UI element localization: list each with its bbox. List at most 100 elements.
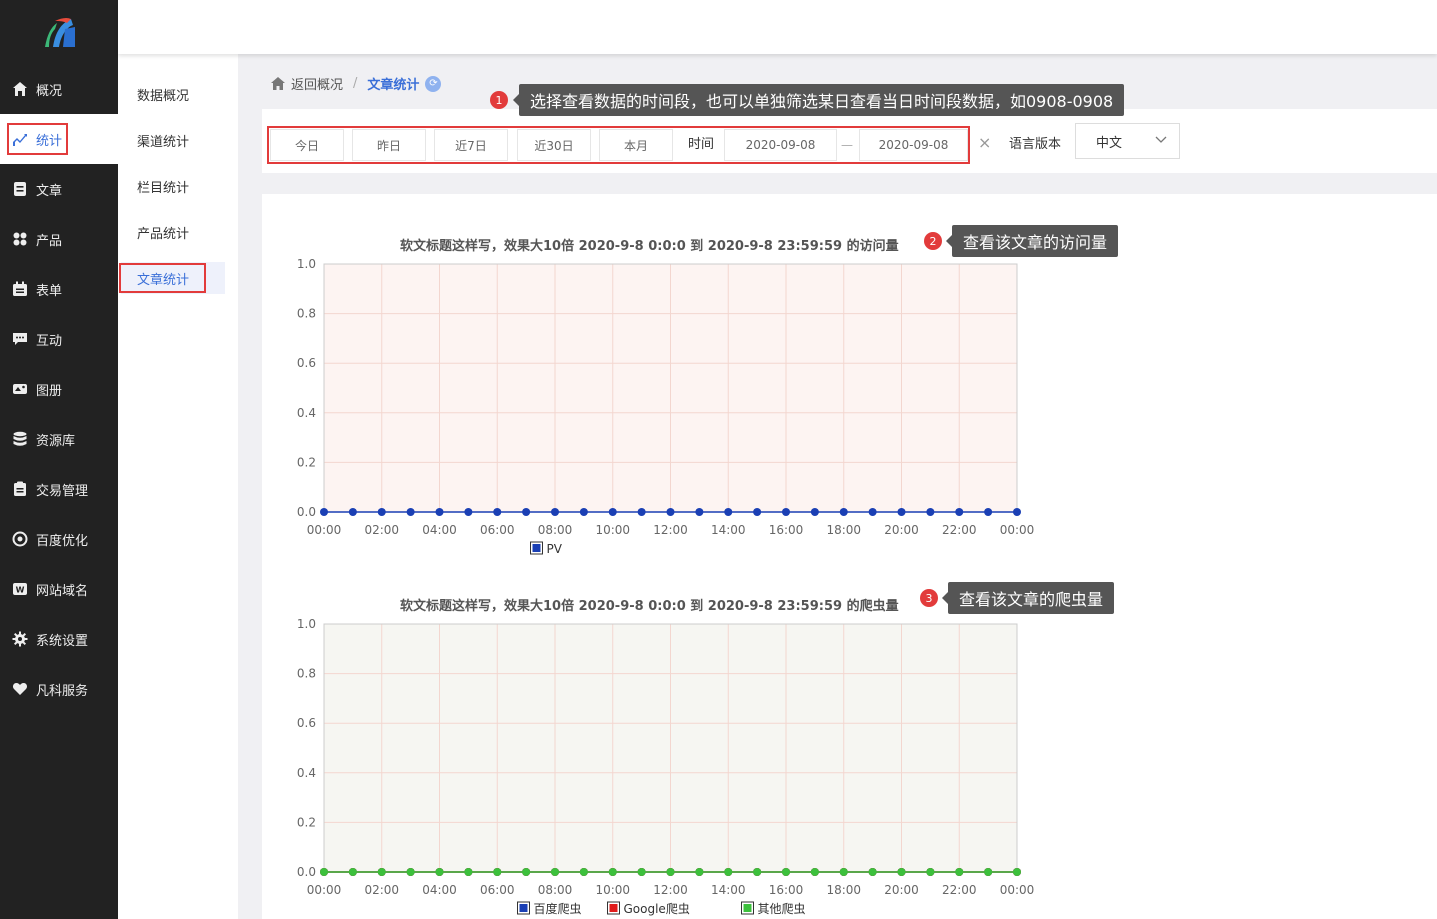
sidebar-item-label: 网站域名 bbox=[36, 583, 89, 599]
sidebar-item-10[interactable]: W 网站域名 bbox=[0, 564, 118, 614]
data-point bbox=[782, 868, 790, 876]
x-tick-label: 16:00 bbox=[769, 523, 804, 537]
sidebar-item-label: 资源库 bbox=[36, 433, 76, 449]
filter-yesterday-button[interactable]: 昨日 bbox=[352, 129, 426, 161]
sidebar-item-12[interactable]: 凡科服务 bbox=[0, 664, 118, 714]
data-point bbox=[377, 868, 386, 876]
filter-month-button[interactable]: 本月 bbox=[599, 129, 673, 161]
subnav-item-2[interactable]: 栏目统计 bbox=[118, 163, 238, 209]
x-tick-label: 18:00 bbox=[826, 523, 861, 537]
sidebar-item-6[interactable]: 图册 bbox=[0, 364, 118, 414]
data-point bbox=[724, 508, 733, 516]
data-point bbox=[839, 868, 848, 876]
sidebar-item-3[interactable]: 产品 bbox=[0, 214, 118, 264]
sidebar-item-9[interactable]: 百度优化 bbox=[0, 514, 118, 564]
language-select[interactable]: 中文 bbox=[1075, 123, 1180, 159]
data-point bbox=[637, 868, 646, 876]
secondary-nav: 数据概况渠道统计栏目统计产品统计文章统计 bbox=[118, 54, 238, 919]
filter-today-button[interactable]: 今日 bbox=[270, 129, 344, 161]
data-point bbox=[753, 868, 762, 876]
legend-swatch bbox=[743, 904, 752, 912]
data-point bbox=[522, 508, 531, 516]
article-icon bbox=[12, 181, 28, 197]
data-point bbox=[868, 868, 877, 876]
data-point bbox=[666, 508, 675, 516]
visits-chart: 0.0 0.2 0.4 0.6 0.8 1.0 00:00 02:00 04:00 06:00 08… bbox=[297, 257, 1034, 556]
data-point bbox=[666, 868, 675, 876]
subnav-item-0[interactable]: 数据概况 bbox=[118, 71, 238, 117]
chart-panel: 软文标题这样写，效果大10倍 2020-9-8 0:0:0 到 2020-9-8… bbox=[262, 194, 1437, 919]
brand-logo[interactable] bbox=[0, 0, 118, 64]
sidebar-item-7[interactable]: 资源库 bbox=[0, 414, 118, 464]
sidebar-item-1[interactable]: 统计 bbox=[0, 114, 118, 164]
x-tick-label: 06:00 bbox=[480, 883, 515, 897]
x-tick-label: 12:00 bbox=[653, 883, 688, 897]
x-tick-label: 20:00 bbox=[884, 883, 919, 897]
app-root: 概况 统计文章产品表单互动 图册资源库交易管理 百度优化 W 网站域名系统设置 凡科服务 数… bbox=[0, 0, 1437, 919]
data-point bbox=[782, 508, 790, 516]
sidebar-item-8[interactable]: 交易管理 bbox=[0, 464, 118, 514]
svg-text:W: W bbox=[16, 586, 25, 595]
link-icon[interactable]: ⟳ bbox=[425, 75, 442, 92]
home-icon bbox=[12, 81, 28, 97]
callout-badge-3: 3 bbox=[920, 589, 938, 607]
sidebar-item-label: 表单 bbox=[36, 283, 63, 299]
sidebar-item-11[interactable]: 系统设置 bbox=[0, 614, 118, 664]
callout-tooltip-3: 查看该文章的爬虫量 bbox=[942, 582, 1115, 614]
legend-label: Google爬虫 bbox=[624, 902, 690, 916]
y-tick-label: 0.4 bbox=[297, 766, 316, 780]
data-point bbox=[320, 508, 328, 516]
y-tick-label: 0.8 bbox=[297, 307, 316, 321]
sidebar-item-label: 文章 bbox=[36, 183, 63, 199]
filter-7days-button[interactable]: 近7日 bbox=[434, 129, 508, 161]
chevron-down-icon bbox=[1155, 133, 1167, 147]
data-point bbox=[493, 868, 502, 876]
date-range-dash: — bbox=[841, 138, 853, 152]
subnav-item-1[interactable]: 渠道统计 bbox=[118, 117, 238, 163]
subnav-item-4[interactable]: 文章统计 bbox=[118, 255, 238, 301]
active-highlight-box bbox=[119, 263, 206, 293]
y-tick-label: 1.0 bbox=[297, 257, 316, 271]
legend-swatch bbox=[532, 544, 541, 552]
data-point bbox=[377, 508, 386, 516]
clear-date-icon[interactable]: × bbox=[978, 133, 991, 152]
data-point bbox=[522, 868, 531, 876]
sidebar-item-4[interactable]: 表单 bbox=[0, 264, 118, 314]
web-icon: W bbox=[12, 581, 28, 597]
x-tick-label: 02:00 bbox=[364, 523, 399, 537]
data-point bbox=[608, 508, 617, 516]
data-point bbox=[1013, 508, 1021, 516]
subnav-item-3[interactable]: 产品统计 bbox=[118, 209, 238, 255]
target-icon bbox=[12, 531, 28, 547]
data-point bbox=[926, 868, 935, 876]
legend-label: 其他爬虫 bbox=[758, 902, 806, 916]
sidebar-item-2[interactable]: 文章 bbox=[0, 164, 118, 214]
y-tick-label: 0.4 bbox=[297, 406, 316, 420]
legend-label: 百度爬虫 bbox=[534, 901, 582, 916]
sidebar-item-5[interactable]: 互动 bbox=[0, 314, 118, 364]
sidebar-item-label: 产品 bbox=[36, 233, 63, 249]
clipboard-icon bbox=[12, 481, 28, 497]
data-point bbox=[348, 508, 357, 516]
data-point bbox=[753, 508, 762, 516]
data-point bbox=[897, 508, 906, 516]
breadcrumb: 返回概况 / 文章统计 ⟳ bbox=[271, 74, 442, 93]
end-date-input[interactable]: 2020-09-08 bbox=[859, 129, 968, 161]
subnav-item-label: 产品统计 bbox=[137, 226, 190, 242]
data-point bbox=[695, 508, 704, 516]
x-tick-label: 22:00 bbox=[942, 883, 977, 897]
breadcrumb-back-link[interactable]: 返回概况 bbox=[291, 74, 343, 93]
subnav-item-label: 渠道统计 bbox=[137, 134, 190, 150]
data-point bbox=[464, 508, 473, 516]
data-point bbox=[608, 868, 617, 876]
x-tick-label: 00:00 bbox=[307, 523, 342, 537]
sidebar-item-0[interactable]: 概况 bbox=[0, 64, 118, 114]
legend-label: PV bbox=[547, 542, 563, 556]
data-point bbox=[406, 868, 415, 876]
callout-tooltip-1: 选择查看数据的时间段，也可以单独筛选某日查看当日时间段数据，如0908-0908 bbox=[513, 84, 1125, 116]
start-date-input[interactable]: 2020-09-08 bbox=[724, 129, 837, 161]
filter-30days-button[interactable]: 近30日 bbox=[517, 129, 591, 161]
x-tick-label: 00:00 bbox=[307, 883, 342, 897]
x-tick-label: 04:00 bbox=[422, 523, 457, 537]
calendar-icon bbox=[12, 281, 28, 297]
